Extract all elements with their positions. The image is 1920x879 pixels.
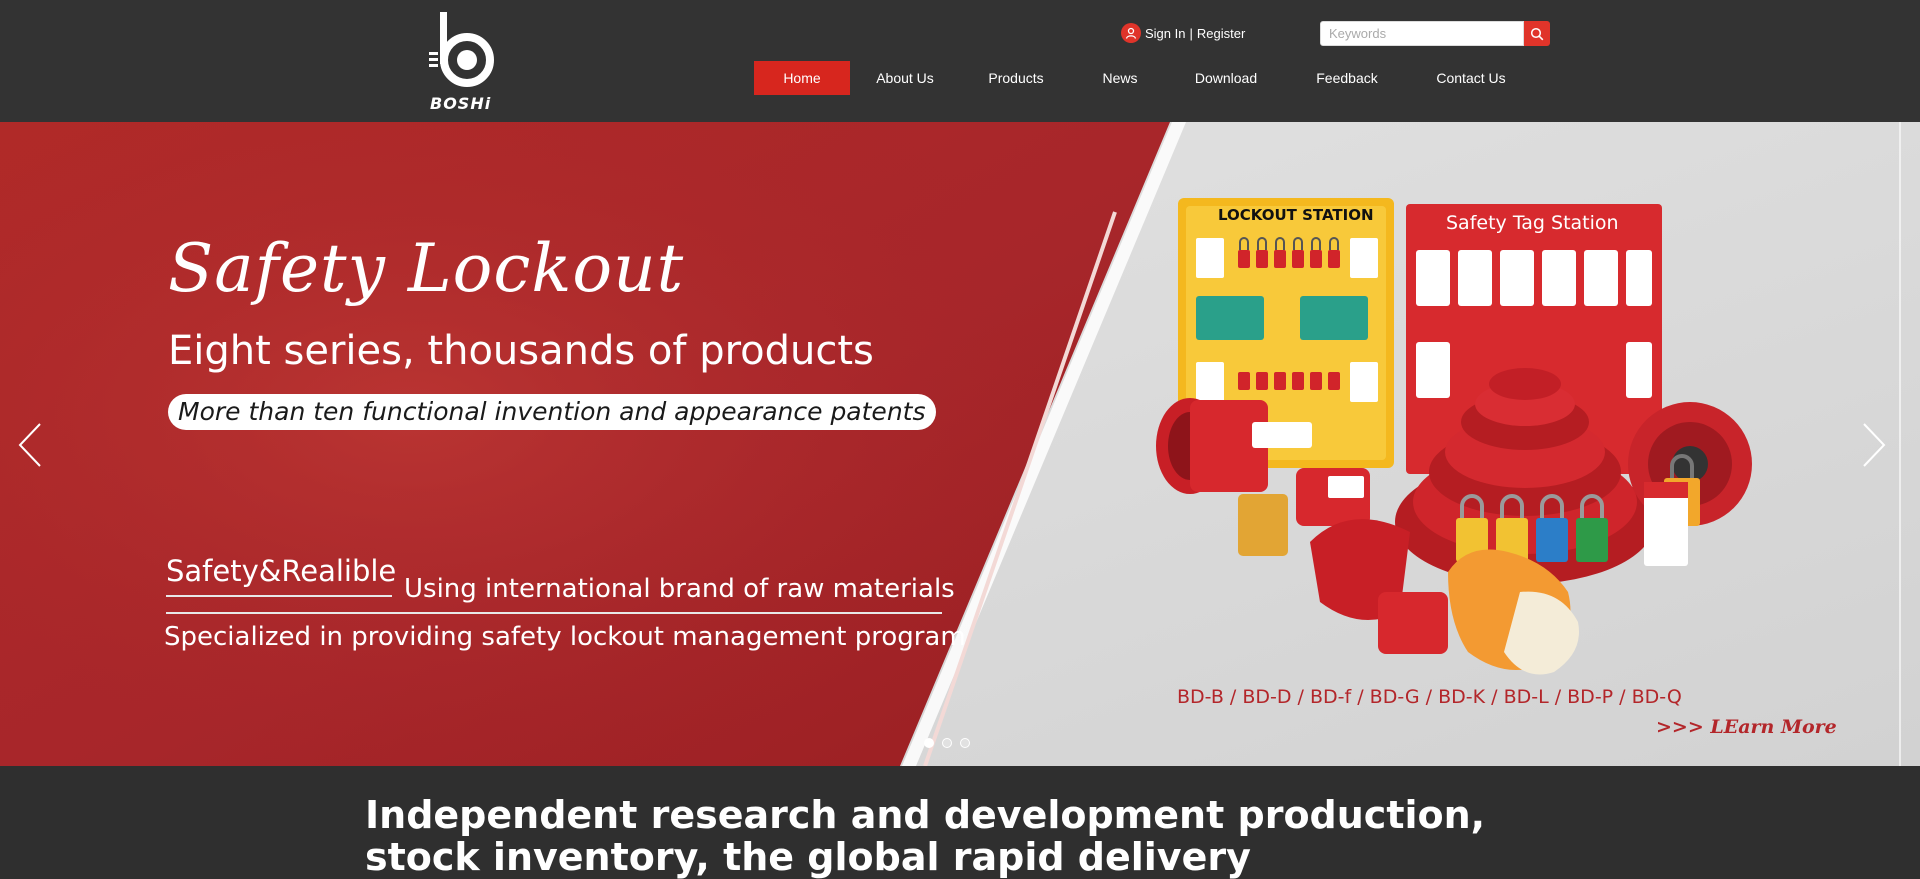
nav-about-us[interactable]: About Us bbox=[850, 61, 960, 95]
search-button[interactable] bbox=[1524, 21, 1550, 46]
nav-contact-us[interactable]: Contact Us bbox=[1410, 61, 1532, 95]
slide-dot-1[interactable] bbox=[924, 738, 934, 748]
tag-station-label: Safety Tag Station bbox=[1446, 212, 1619, 234]
chevron-right-icon bbox=[1863, 423, 1886, 467]
nav-download[interactable]: Download bbox=[1168, 61, 1284, 95]
banner-divider-short bbox=[166, 595, 392, 597]
nav-products[interactable]: Products bbox=[960, 61, 1072, 95]
banner-title: Safety Lockout bbox=[168, 230, 685, 307]
main-nav: Home About Us Products News Download Fee… bbox=[754, 61, 1532, 95]
user-icon[interactable] bbox=[1121, 23, 1141, 43]
banner-series-list: BD-B / BD-D / BD-f / BD-G / BD-K / BD-L … bbox=[1177, 686, 1682, 708]
hero-banner: Safety Lockout Eight series, thousands o… bbox=[0, 122, 1920, 766]
banner-patents-pill: More than ten functional invention and a… bbox=[168, 394, 936, 430]
register-link[interactable]: Register bbox=[1197, 26, 1245, 41]
nav-news[interactable]: News bbox=[1072, 61, 1168, 95]
search-bar bbox=[1320, 21, 1550, 46]
logo-text: BOSHi bbox=[430, 94, 492, 113]
banner-specialized: Specialized in providing safety lockout … bbox=[164, 622, 966, 652]
nav-home[interactable]: Home bbox=[754, 61, 850, 95]
slide-dot-2[interactable] bbox=[942, 738, 952, 748]
sign-in-link[interactable]: Sign In bbox=[1145, 26, 1185, 41]
next-slide-button[interactable] bbox=[1852, 420, 1892, 470]
section-headline: Independent research and development pro… bbox=[365, 793, 1486, 879]
banner-safety-reliable: Safety&Realible bbox=[166, 554, 397, 588]
banner-materials: Using international brand of raw materia… bbox=[404, 574, 955, 604]
banner-divider-long bbox=[166, 612, 942, 614]
chevron-left-icon bbox=[18, 423, 41, 467]
slide-dot-3[interactable] bbox=[960, 738, 970, 748]
account-separator: | bbox=[1189, 25, 1193, 41]
banner-subtitle: Eight series, thousands of products bbox=[168, 328, 874, 374]
search-icon bbox=[1530, 27, 1544, 40]
prev-slide-button[interactable] bbox=[12, 420, 52, 470]
site-header: BOSHi Sign In | Register Home About Us P… bbox=[0, 0, 1920, 122]
banner-artwork bbox=[0, 122, 1920, 766]
account-links: Sign In | Register bbox=[1121, 22, 1245, 44]
search-input[interactable] bbox=[1320, 21, 1524, 46]
nav-feedback[interactable]: Feedback bbox=[1284, 61, 1410, 95]
learn-more-link[interactable]: >>> LEarn More bbox=[1656, 716, 1837, 738]
lockout-station-label: LOCKOUT STATION bbox=[1218, 206, 1374, 224]
slide-indicators bbox=[924, 738, 970, 748]
